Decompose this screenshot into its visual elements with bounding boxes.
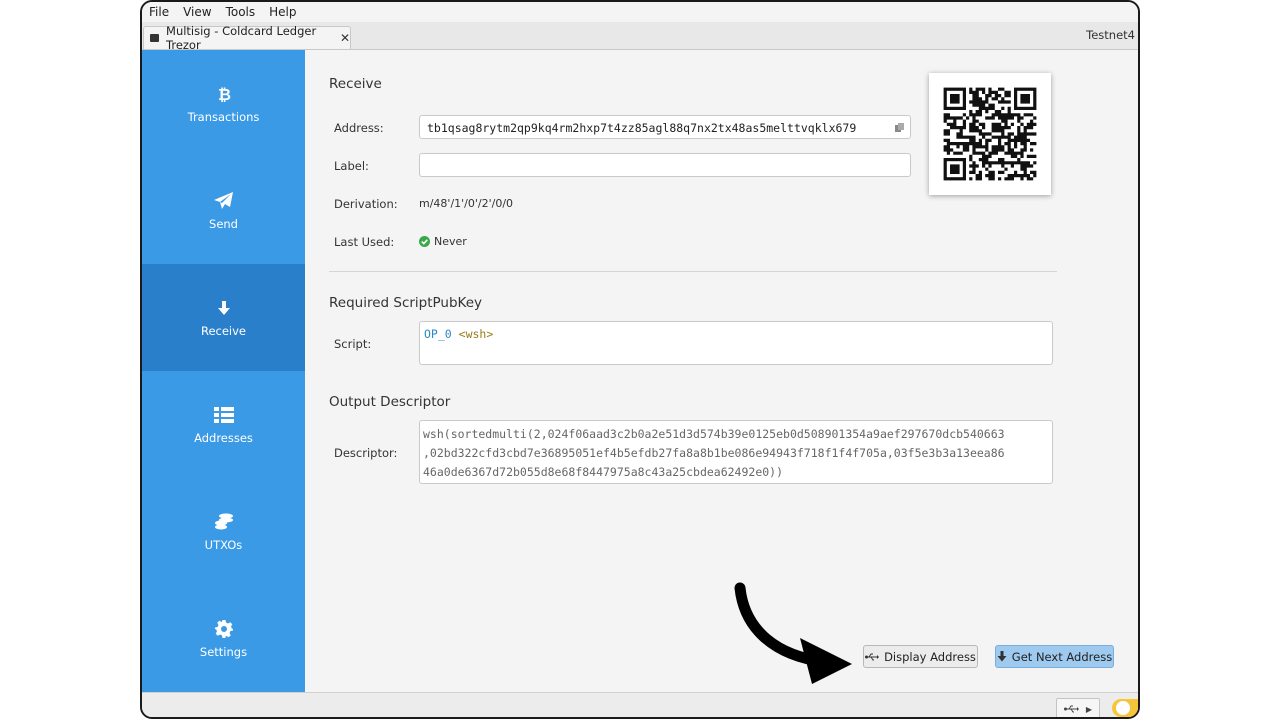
usb-icon [1063, 705, 1079, 713]
address-value: tb1qsag8rytm2qp9kq4rm2hxp7t4zz85agl88q7n… [427, 121, 857, 135]
menu-view[interactable]: View [176, 5, 218, 19]
display-address-button[interactable]: Display Address [863, 645, 978, 668]
sidebar-item-label: Receive [200, 323, 247, 338]
menu-bar: File View Tools Help [142, 2, 1138, 21]
qr-code [929, 73, 1051, 195]
bitcoin-icon: ₿ [217, 84, 231, 104]
sidebar-item-transactions[interactable]: ₿ Transactions [142, 50, 305, 157]
address-label: Address: [334, 121, 384, 135]
qr-code-image [943, 87, 1037, 181]
derivation-value: m/48'/1'/0'/2'/0/0 [419, 197, 514, 210]
descriptor-value: wsh(sortedmulti(2,024f06aad3c2b0a2e51d3d… [423, 425, 1005, 482]
usb-icon [865, 653, 880, 660]
menu-help[interactable]: Help [262, 5, 303, 19]
descriptor-field[interactable]: wsh(sortedmulti(2,024f06aad3c2b0a2e51d3d… [419, 420, 1053, 484]
descriptor-label: Descriptor: [334, 446, 398, 460]
tab-bar: Multisig - Coldcard Ledger Trezor ✕ Test… [142, 22, 1138, 52]
sidebar-item-utxos[interactable]: UTXOs [142, 478, 305, 585]
paper-plane-icon [213, 191, 234, 211]
wallet-icon [150, 34, 160, 42]
curved-arrow-icon [734, 582, 852, 684]
sidebar: ₿ Transactions Send Receive Addresses UT… [142, 50, 305, 692]
script-value: OP_0 <wsh> [424, 327, 493, 341]
sidebar-item-settings[interactable]: Settings [142, 585, 305, 692]
descriptor-line: ,02bd322cfd3cbd7e36895051ef4b5efdb27fa8a… [423, 446, 1005, 460]
check-circle-icon [419, 236, 430, 247]
script-opcode: OP_0 [424, 327, 452, 341]
gear-icon [214, 619, 233, 639]
script-label: Script: [334, 337, 372, 351]
script-field[interactable]: OP_0 <wsh> [419, 321, 1053, 365]
arrow-down-icon [216, 298, 232, 318]
sidebar-item-receive[interactable]: Receive [142, 264, 305, 371]
network-label: Testnet4 [1086, 28, 1135, 42]
menu-tools[interactable]: Tools [219, 5, 263, 19]
connection-toggle[interactable] [1112, 699, 1138, 717]
sidebar-item-label: Addresses [194, 430, 253, 445]
sidebar-item-label: UTXOs [204, 537, 243, 552]
coins-icon [214, 512, 234, 532]
tab-wallet[interactable]: Multisig - Coldcard Ledger Trezor ✕ [143, 24, 351, 52]
descriptor-line: 46a0de6367d72b055d8e68f8447975a8c43a25cb… [423, 465, 784, 479]
get-next-address-label: Get Next Address [1011, 649, 1113, 664]
descriptor-line: wsh(sortedmulti(2,024f06aad3c2b0a2e51d3d… [423, 427, 1005, 441]
receive-panel: Receive Address: tb1qsag8rytm2qp9kq4rm2h… [305, 50, 1138, 692]
scriptpubkey-title: Required ScriptPubKey [329, 295, 483, 311]
sidebar-item-send[interactable]: Send [142, 157, 305, 264]
script-arg: <wsh> [458, 327, 494, 341]
sidebar-item-label: Settings [199, 644, 248, 659]
sidebar-item-label: Send [209, 216, 238, 231]
app-window: File View Tools Help Multisig - Coldcard… [140, 0, 1140, 719]
label-label: Label: [334, 159, 369, 173]
hardware-wallet-status[interactable]: ▶ [1056, 698, 1100, 717]
last-used-value: Never [419, 235, 467, 248]
close-tab-icon[interactable]: ✕ [340, 31, 350, 45]
play-triangle-icon: ▶ [1085, 704, 1093, 714]
get-next-address-button[interactable]: Get Next Address [995, 645, 1114, 668]
last-used-label: Last Used: [334, 235, 395, 249]
tab-title: Multisig - Coldcard Ledger Trezor [166, 24, 317, 52]
last-used-text: Never [434, 235, 467, 248]
status-bar: ▶ [142, 692, 1138, 717]
display-address-label: Display Address [884, 649, 976, 664]
descriptor-title: Output Descriptor [329, 394, 451, 410]
section-divider [329, 271, 1057, 272]
list-icon [213, 405, 234, 425]
sidebar-item-label: Transactions [187, 109, 260, 124]
copy-icon[interactable] [895, 123, 904, 132]
sidebar-item-addresses[interactable]: Addresses [142, 371, 305, 478]
label-input[interactable] [419, 153, 911, 177]
derivation-label: Derivation: [334, 197, 398, 211]
svg-text:₿: ₿ [218, 85, 231, 103]
arrow-down-icon [997, 651, 1007, 662]
receive-title: Receive [329, 76, 382, 92]
menu-file[interactable]: File [142, 5, 176, 19]
address-field[interactable]: tb1qsag8rytm2qp9kq4rm2hxp7t4zz85agl88q7n… [419, 115, 911, 139]
